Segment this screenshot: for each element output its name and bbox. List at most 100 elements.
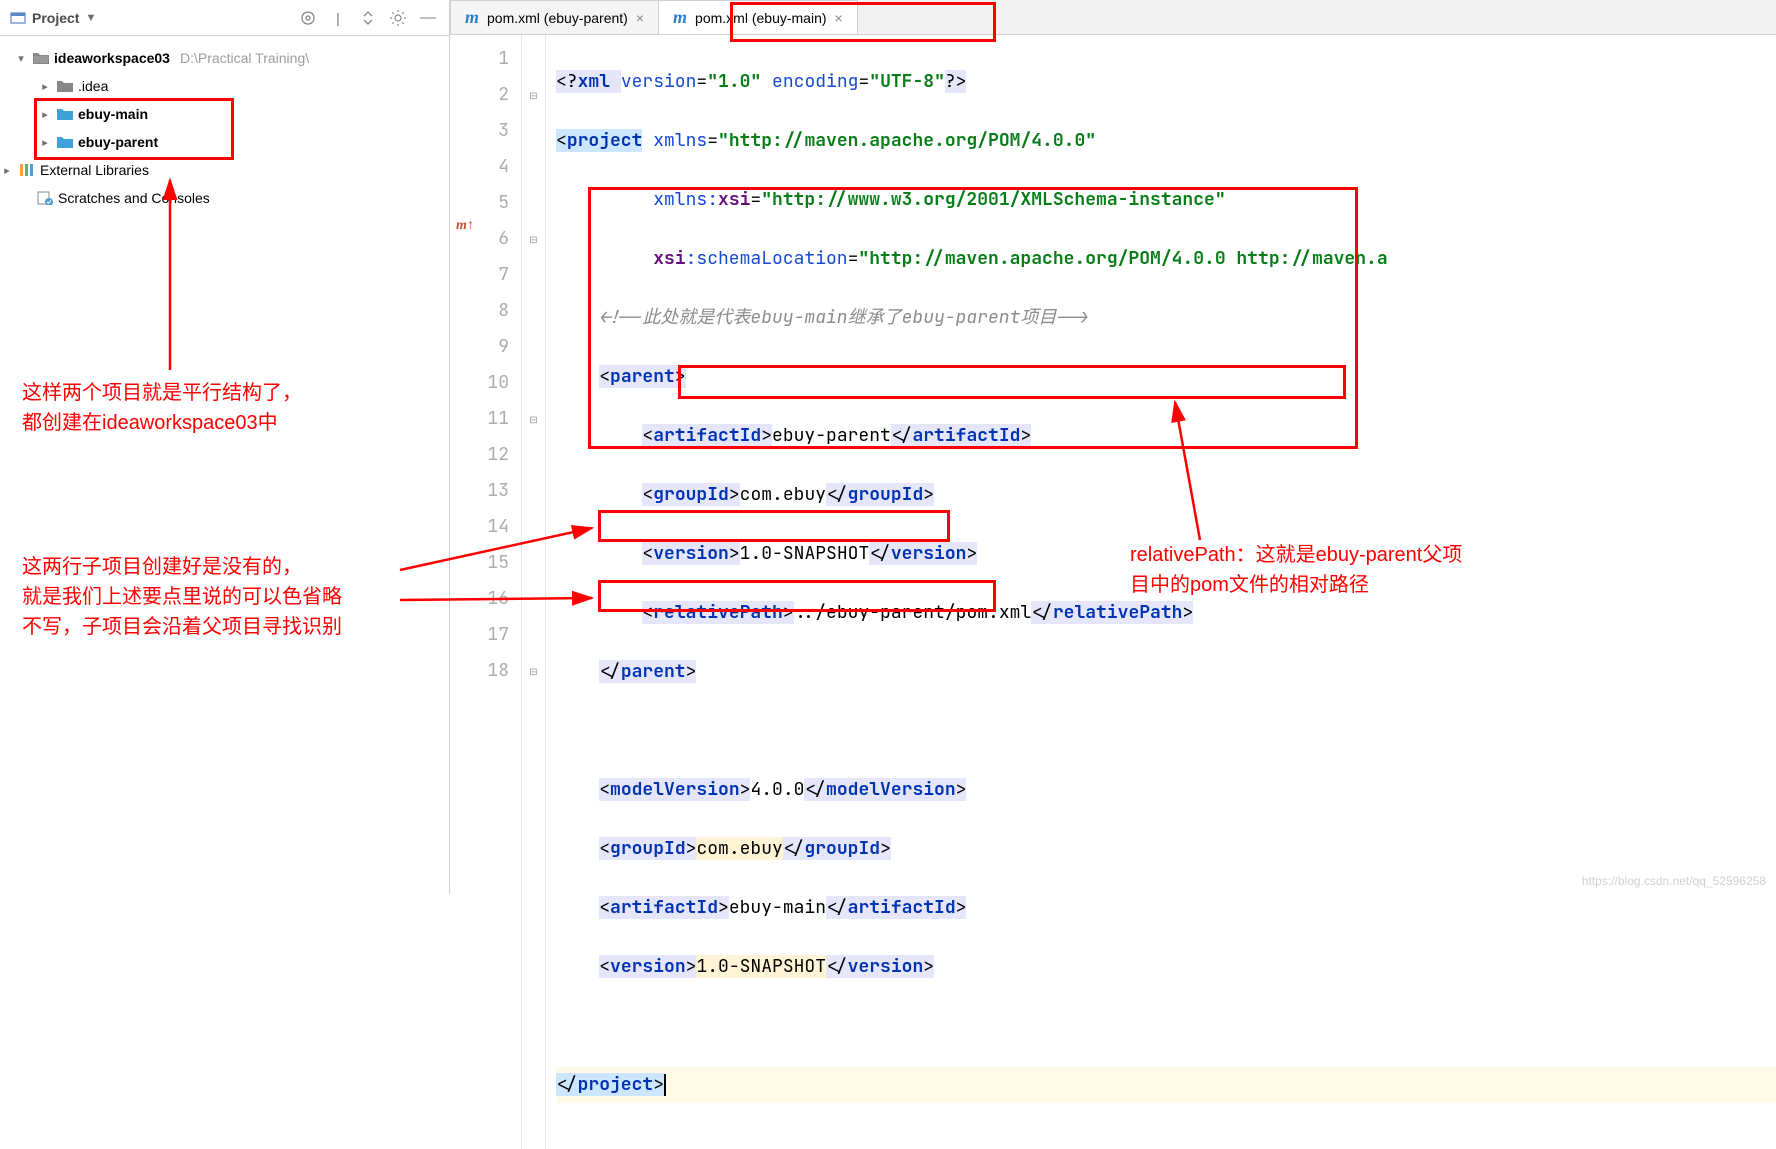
expand-icon[interactable]: [357, 7, 379, 29]
t: "http://maven.apache.org/POM/4.0.0": [718, 129, 1096, 152]
t: >: [686, 837, 697, 860]
t: >: [718, 896, 729, 919]
t: "UTF-8": [869, 70, 945, 93]
maven-gutter-marker[interactable]: m↑: [456, 218, 474, 234]
t: modelVersion: [610, 778, 740, 801]
t: >: [675, 365, 686, 388]
t: groupId: [653, 483, 729, 506]
t: </: [599, 660, 621, 683]
chevron-right-icon[interactable]: ▸: [38, 108, 52, 121]
t: "1.0": [707, 70, 761, 93]
t: >: [923, 483, 934, 506]
t: 1.0-SNAPSHOT: [696, 955, 826, 978]
chevron-down-icon[interactable]: ▾: [14, 52, 28, 65]
t: groupId: [610, 837, 686, 860]
t: modelVersion: [826, 778, 956, 801]
annotation-text-3: relativePath：这就是ebuy-parent父项 目中的pom文件的相…: [1130, 540, 1462, 600]
node-label: ebuy-parent: [78, 134, 158, 150]
t: xsi: [718, 188, 750, 211]
editor-tabs: m pom.xml (ebuy-parent) × m pom.xml (ebu…: [450, 0, 1776, 35]
dropdown-icon[interactable]: ▼: [85, 12, 96, 24]
t: <?: [556, 70, 578, 93]
t: project: [578, 1073, 654, 1096]
tree-root[interactable]: ▾ ideaworkspace03 D:\Practical Training\: [4, 44, 449, 72]
fold-column[interactable]: ⊟ ⊟ ⊟ ⊟: [522, 35, 546, 1149]
watermark: https://blog.csdn.net/qq_52596258: [1582, 874, 1766, 888]
node-label: External Libraries: [40, 162, 149, 178]
t: >: [783, 601, 794, 624]
target-icon[interactable]: [297, 7, 319, 29]
t: parent: [610, 365, 675, 388]
t: artifactId: [610, 896, 718, 919]
tree-node-ebuy-parent[interactable]: ▸ ebuy-parent: [4, 128, 449, 156]
t: >: [729, 483, 740, 506]
code-editor[interactable]: 1234 5678 9101112 13141516 1718 ⊟ ⊟ ⊟ ⊟ …: [450, 35, 1776, 1149]
close-icon[interactable]: ×: [636, 10, 644, 26]
t: ebuy-parent: [772, 424, 891, 447]
t: >: [761, 424, 772, 447]
t: groupId: [804, 837, 880, 860]
t: >: [956, 778, 967, 801]
project-icon: [10, 10, 26, 26]
tree-node-ebuy-main[interactable]: ▸ ebuy-main: [4, 100, 449, 128]
t: version: [891, 542, 967, 565]
t: version: [848, 955, 924, 978]
t: </: [783, 837, 805, 860]
t: xmlns:: [653, 188, 718, 211]
t: com.ebuy: [696, 837, 782, 860]
t: </: [1031, 601, 1053, 624]
t: [761, 70, 772, 93]
t: >: [956, 896, 967, 919]
t: relativePath: [653, 601, 783, 624]
project-pane-title[interactable]: Project ▼: [10, 10, 96, 26]
close-icon[interactable]: ×: [835, 10, 843, 26]
t: version: [621, 70, 697, 93]
folder-icon: [56, 77, 74, 95]
chevron-right-icon[interactable]: ▸: [38, 136, 52, 149]
chevron-right-icon[interactable]: ▸: [0, 164, 14, 177]
t: >: [686, 955, 697, 978]
t: 1.0-SNAPSHOT: [740, 542, 870, 565]
t: </: [869, 542, 891, 565]
root-name: ideaworkspace03: [54, 50, 170, 66]
collapse-icon[interactable]: —: [417, 7, 439, 29]
t: ebuy-main: [729, 896, 826, 919]
t: version: [653, 542, 729, 565]
t: com.ebuy: [740, 483, 826, 506]
gear-icon[interactable]: [387, 7, 409, 29]
tree-scratches[interactable]: Scratches and Consoles: [4, 184, 449, 212]
folder-icon: [56, 133, 74, 151]
t: :schemaLocation: [686, 247, 848, 270]
tab-pom-parent[interactable]: m pom.xml (ebuy-parent) ×: [450, 0, 659, 34]
t: <: [599, 896, 610, 919]
t: <: [599, 778, 610, 801]
t: <: [642, 542, 653, 565]
t: <: [599, 365, 610, 388]
t: </: [556, 1073, 578, 1096]
node-label: Scratches and Consoles: [58, 190, 210, 206]
tree-external-libs[interactable]: ▸ External Libraries: [4, 156, 449, 184]
t: =: [750, 188, 761, 211]
t: [642, 129, 653, 152]
tree-node-idea[interactable]: ▸ .idea: [4, 72, 449, 100]
folder-icon: [32, 49, 50, 67]
divider: |: [327, 7, 349, 29]
t: =: [858, 70, 869, 93]
t: >: [1182, 601, 1193, 624]
chevron-right-icon[interactable]: ▸: [38, 80, 52, 93]
t: relativePath: [1053, 601, 1183, 624]
t: >: [653, 1073, 664, 1096]
project-tree[interactable]: ▾ ideaworkspace03 D:\Practical Training\…: [0, 36, 449, 212]
t: <!--此处就是代表ebuy-main继承了ebuy-parent项目-->: [599, 306, 1089, 329]
project-pane-label: Project: [32, 10, 79, 26]
t: </: [826, 483, 848, 506]
maven-icon: m: [465, 7, 479, 28]
tab-label: pom.xml (ebuy-parent): [487, 10, 628, 26]
t: project: [567, 129, 643, 152]
t: <: [599, 955, 610, 978]
scratches-icon: [36, 189, 54, 207]
tab-pom-main[interactable]: m pom.xml (ebuy-main) ×: [658, 0, 858, 34]
maven-icon: m: [673, 7, 687, 28]
libraries-icon: [18, 161, 36, 179]
t: ../ebuy-parent/pom.xml: [794, 601, 1032, 624]
